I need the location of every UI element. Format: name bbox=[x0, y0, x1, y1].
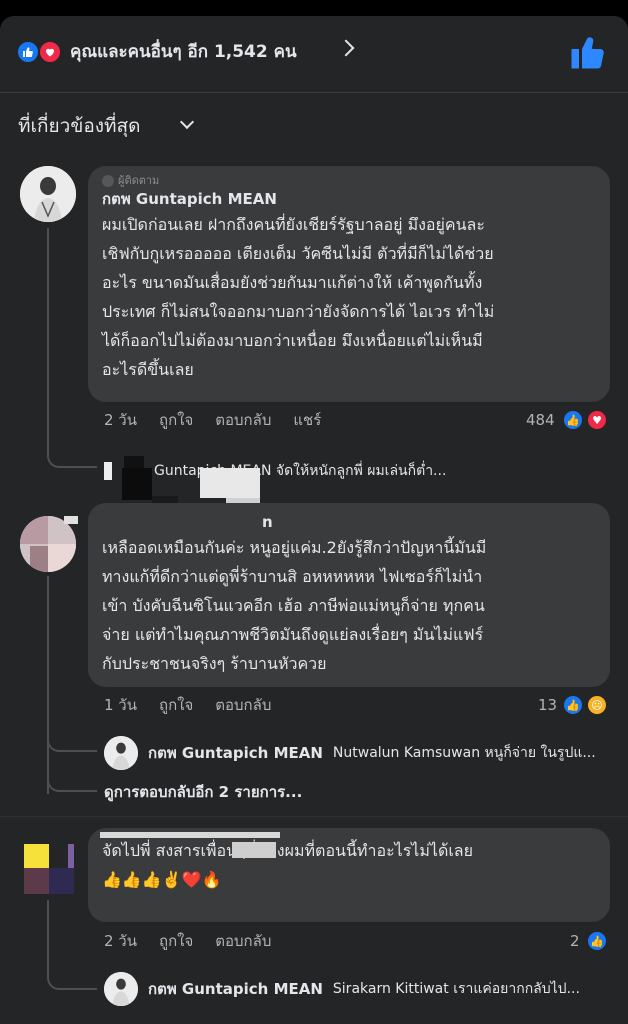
pencil-icon bbox=[102, 175, 114, 187]
like-button[interactable]: ถูกใจ bbox=[159, 694, 193, 716]
divider bbox=[0, 816, 628, 817]
avatar bbox=[104, 972, 138, 1006]
share-button[interactable]: แชร์ bbox=[293, 409, 321, 431]
thread-line bbox=[47, 576, 97, 752]
thumbs-up-icon[interactable] bbox=[570, 34, 606, 70]
reply-preview-text: Nutwalun Kamsuwan หนูก็จ่าย ในรูปแ... bbox=[332, 745, 596, 761]
like-icon: 👍 bbox=[586, 930, 608, 952]
thread-line bbox=[47, 900, 97, 990]
reaction-count[interactable]: 484 bbox=[526, 409, 555, 431]
love-icon: ♥ bbox=[586, 409, 608, 431]
comment-bubble[interactable]: ผู้ติดตาม กตพ Guntapich MEAN ผมเปิดก่อนเ… bbox=[88, 166, 610, 402]
reaction-count[interactable]: 13 bbox=[538, 694, 557, 716]
reply-preview[interactable]: กตพ Guntapich MEAN Sirakarn Kittiwat เรา… bbox=[104, 972, 614, 1006]
redacted-block bbox=[64, 516, 78, 524]
comment-text: เหลืออดเหมือนกันค่ะ หนูอยู่แค่ม.2ยังรู้ส… bbox=[102, 538, 487, 673]
reaction-summary-text[interactable]: คุณและคนอื่นๆ อีก 1,542 คน bbox=[70, 40, 297, 64]
comment-text: ผมเปิดก่อนเลย ฝากถึงคนที่ยังเชียร์รัฐบาล… bbox=[102, 215, 495, 379]
divider bbox=[0, 92, 628, 93]
thread-line bbox=[47, 756, 97, 792]
comments-screen: คุณและคนอื่นๆ อีก 1,542 คน ที่เกี่ยวข้อง… bbox=[0, 16, 628, 1024]
reply-preview-text: Guntapich MEAN จัดให้หนักลูกพี่ ผมเล่นก็… bbox=[154, 463, 447, 479]
comment-author[interactable]: กตพ Guntapich MEAN bbox=[102, 188, 596, 210]
reply-button[interactable]: ตอบกลับ bbox=[215, 930, 271, 952]
chevron-down-icon[interactable] bbox=[179, 114, 195, 130]
redacted-name bbox=[100, 832, 280, 838]
comment-actions: 2 วัน ถูกใจ ตอบกลับ แชร์ bbox=[104, 409, 321, 431]
view-more-replies-link[interactable]: ดูการตอบกลับอีก 2 รายการ... bbox=[104, 781, 302, 803]
avatar[interactable] bbox=[20, 166, 76, 222]
like-icon: 👍 bbox=[562, 409, 584, 431]
reply-preview[interactable]: กตพ Guntapich MEAN Nutwalun Kamsuwan หนู… bbox=[104, 736, 614, 770]
comment-text: จัดไปพี่ สงสารเพื่อนๆพี่น้องผมที่ตอนนี้ท… bbox=[102, 841, 473, 889]
reply-button[interactable]: ตอบกลับ bbox=[215, 694, 271, 716]
redacted-block bbox=[200, 468, 260, 498]
reactions-summary-bar[interactable]: คุณและคนอื่นๆ อีก 1,542 คน bbox=[0, 16, 628, 92]
comment-time: 2 วัน bbox=[104, 932, 137, 950]
comment-bubble[interactable]: จัดไปพี่ สงสารเพื่อนๆพี่น้องผมที่ตอนนี้ท… bbox=[88, 828, 610, 922]
redacted-block bbox=[122, 468, 152, 500]
reply-author[interactable]: กตพ Guntapich MEAN bbox=[148, 742, 323, 764]
reply-author[interactable]: กตพ Guntapich MEAN bbox=[148, 978, 323, 1000]
comment-actions: 2 วัน ถูกใจ ตอบกลับ bbox=[104, 930, 271, 952]
like-button[interactable]: ถูกใจ bbox=[159, 930, 193, 952]
avatar[interactable] bbox=[20, 516, 76, 572]
thread-line bbox=[47, 228, 97, 468]
comment-time: 2 วัน bbox=[104, 411, 137, 429]
reply-preview[interactable]: Guntapich MEAN จัดให้หนักลูกพี่ ผมเล่นก็… bbox=[104, 456, 614, 486]
sort-dropdown[interactable]: ที่เกี่ยวข้องที่สุด bbox=[18, 112, 140, 140]
comment-time: 1 วัน bbox=[104, 696, 137, 714]
reply-preview-text: Sirakarn Kittiwat เราแค่อยากกลับไป... bbox=[332, 981, 580, 997]
like-icon: 👍 bbox=[562, 694, 584, 716]
comment-actions: 1 วัน ถูกใจ ตอบกลับ bbox=[104, 694, 271, 716]
avatar[interactable] bbox=[24, 844, 74, 894]
sad-icon: ☹ bbox=[586, 694, 608, 716]
reaction-icons bbox=[16, 40, 68, 64]
like-icon bbox=[16, 40, 40, 64]
chevron-right-icon[interactable] bbox=[337, 39, 355, 57]
avatar bbox=[104, 736, 138, 770]
reaction-count[interactable]: 2 bbox=[570, 930, 580, 952]
comment-bubble[interactable]: n เหลืออดเหมือนกันค่ะ หนูอยู่แค่ม.2ยังรู… bbox=[88, 503, 610, 687]
redacted-name bbox=[232, 842, 276, 858]
reply-button[interactable]: ตอบกลับ bbox=[215, 409, 271, 431]
follower-badge: ผู้ติดตาม bbox=[102, 174, 596, 188]
love-icon bbox=[38, 40, 62, 64]
redacted-name bbox=[88, 503, 258, 529]
like-button[interactable]: ถูกใจ bbox=[159, 409, 193, 431]
